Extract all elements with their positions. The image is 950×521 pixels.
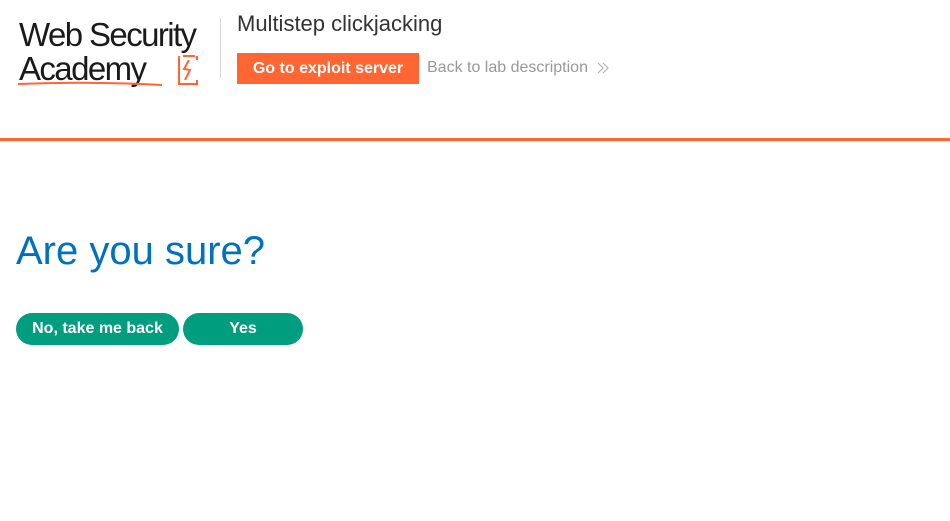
- back-link-label: Back to lab description: [427, 59, 588, 76]
- web-security-academy-logo[interactable]: Web Security Academy: [17, 16, 217, 90]
- yes-button[interactable]: Yes: [183, 313, 303, 345]
- back-to-lab-description-link[interactable]: Back to lab description: [427, 59, 609, 77]
- logo-text-line1: Web Security: [19, 16, 197, 53]
- lightning-bolt-icon: [178, 55, 198, 85]
- confirmation-heading: Are you sure?: [16, 229, 266, 273]
- no-take-me-back-button[interactable]: No, take me back: [16, 313, 179, 345]
- lab-title: Multistep clickjacking: [237, 11, 443, 36]
- logo-underline: [17, 81, 163, 86]
- lab-header: Web Security Academy Multistep clickjack…: [0, 0, 950, 141]
- header-divider: [220, 18, 221, 78]
- go-to-exploit-server-button[interactable]: Go to exploit server: [237, 53, 419, 84]
- double-chevron-right-icon: [597, 62, 609, 74]
